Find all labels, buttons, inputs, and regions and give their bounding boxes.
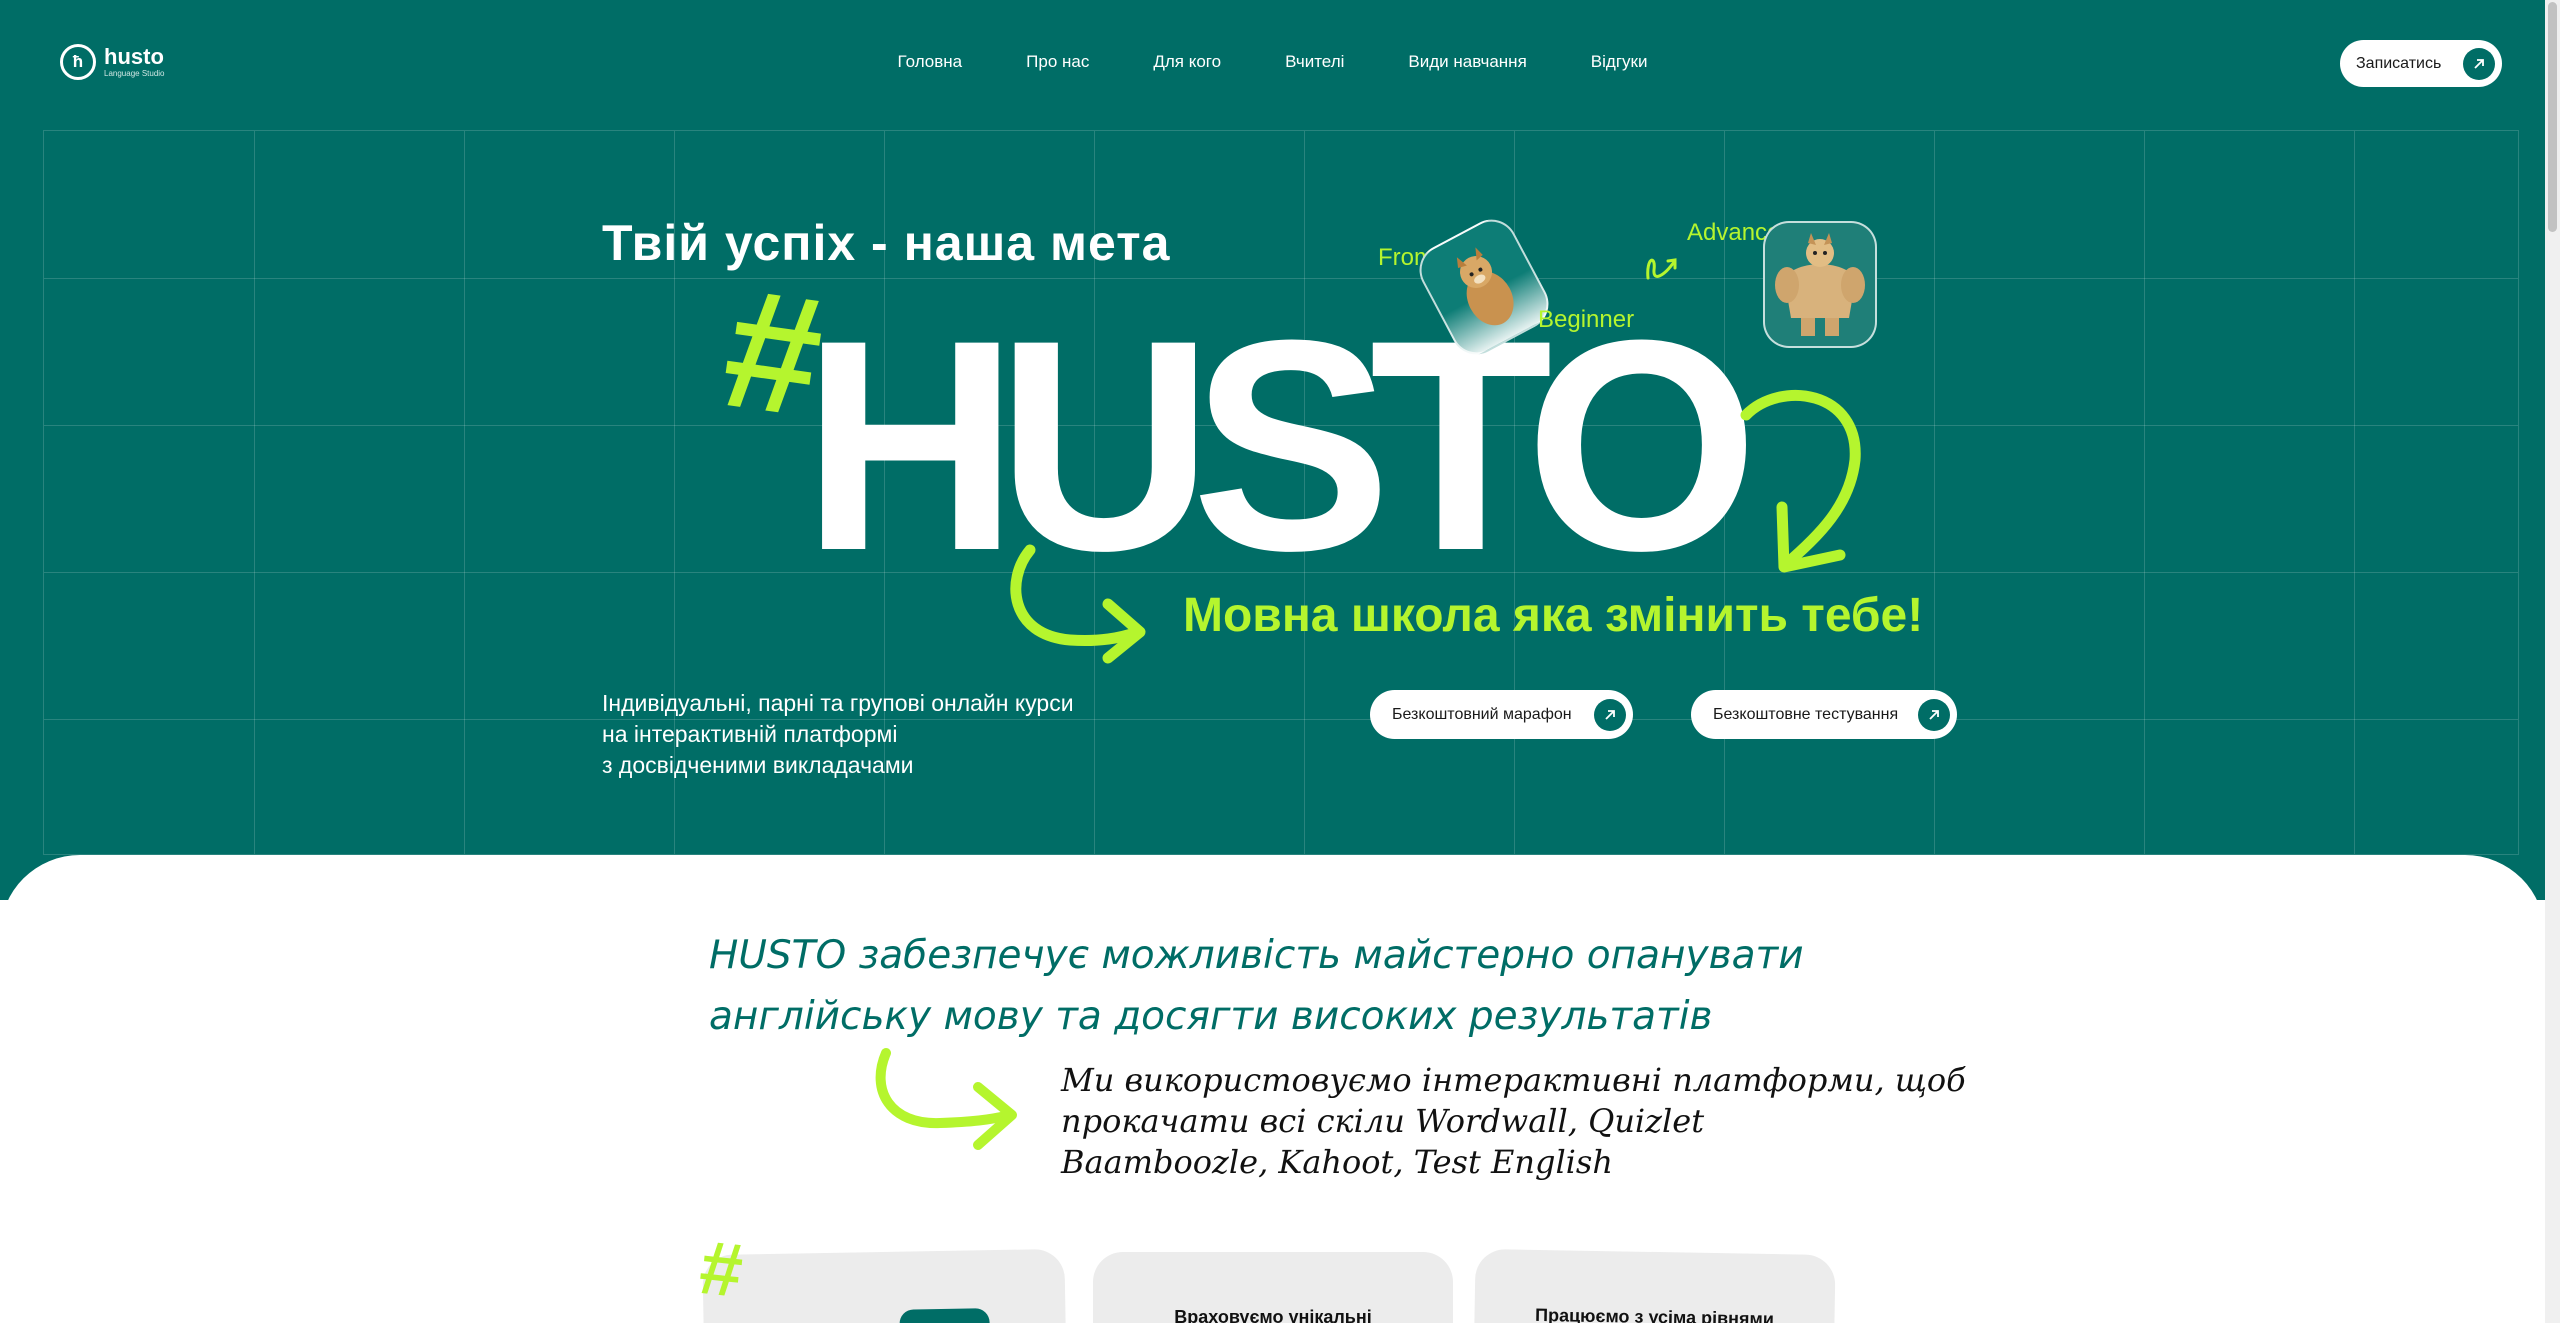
curved-arrow-right-icon [875, 1048, 1017, 1150]
hero-big-title: HUSTO [802, 277, 1759, 613]
curved-arrow-down-icon [1740, 390, 1861, 573]
feature-card: Враховуємо унікальні [1093, 1252, 1453, 1323]
free-marathon-label: Безкоштовний марафон [1392, 705, 1572, 723]
meme-label-beginner: Beginner [1538, 306, 1635, 333]
free-testing-label: Безкоштовне тестування [1713, 705, 1899, 723]
feature-card-badge [899, 1308, 990, 1323]
curved-arrow-right-icon [1010, 544, 1146, 664]
about-headline: HUSTO забезпечує можливість майстерно оп… [709, 925, 1804, 1047]
description-line: на інтерактивній платформі [602, 721, 898, 747]
nav-item-study-types[interactable]: Види навчання [1408, 52, 1526, 72]
headline-line: англійську мову та досягти високих резул… [709, 994, 1713, 1039]
nav-item-home[interactable]: Головна [898, 52, 963, 72]
subtext-line: прокачати всі скіли Wordwall, Quizlet [1061, 1102, 1705, 1140]
feature-card [702, 1248, 1066, 1323]
about-subtext: Ми використовуємо інтерактивні платформи… [1061, 1060, 1966, 1183]
meme-card-buff-dog [1763, 221, 1877, 348]
arrow-up-right-icon [1918, 698, 1950, 731]
free-marathon-button[interactable]: Безкоштовний марафон [1370, 690, 1633, 739]
feature-card: Працюємо з усіма рівнями [1474, 1248, 1836, 1323]
feature-card-title: Враховуємо унікальні [1174, 1307, 1372, 1323]
signup-button[interactable]: Записатись [2340, 40, 2502, 87]
arrow-up-right-icon [2463, 47, 2495, 80]
feature-card-title: Працюємо з усіма рівнями [1534, 1304, 1775, 1323]
free-testing-button[interactable]: Безкоштовне тестування [1691, 690, 1957, 739]
headline-line: HUSTO забезпечує можливість майстерно оп… [709, 933, 1804, 978]
description-line: Індивідуальні, парні та групові онлайн к… [602, 690, 1074, 716]
hero-slogan: Мовна школа яка змінить тебе! [1183, 589, 1924, 642]
page-scrollbar[interactable] [2545, 0, 2560, 1323]
subtext-line: Baamboozle, Kahoot, Test English [1061, 1143, 1613, 1181]
hero-description: Індивідуальні, парні та групові онлайн к… [602, 688, 1074, 781]
nav-item-reviews[interactable]: Відгуки [1591, 52, 1648, 72]
description-line: з досвідченими викладачами [602, 752, 914, 778]
main-nav: Головна Про нас Для кого Вчителі Види на… [0, 52, 2545, 72]
signup-label: Записатись [2356, 54, 2442, 72]
nav-item-audience[interactable]: Для кого [1153, 52, 1221, 72]
nav-item-teachers[interactable]: Вчителі [1285, 52, 1344, 72]
scrollbar-thumb[interactable] [2548, 2, 2557, 232]
nav-item-about[interactable]: Про нас [1026, 52, 1089, 72]
hero-tagline: Твій успіх - наша мета [602, 215, 1171, 271]
hash-decoration: # [695, 1225, 747, 1314]
subtext-line: Ми використовуємо інтерактивні платформи… [1061, 1061, 1966, 1099]
squiggle-arrow-icon [1646, 258, 1677, 280]
doge-buff-icon [1775, 233, 1865, 336]
hero-section: ħ husto Language Studio Головна Про нас … [0, 0, 2545, 900]
arrow-up-right-icon [1594, 698, 1626, 731]
